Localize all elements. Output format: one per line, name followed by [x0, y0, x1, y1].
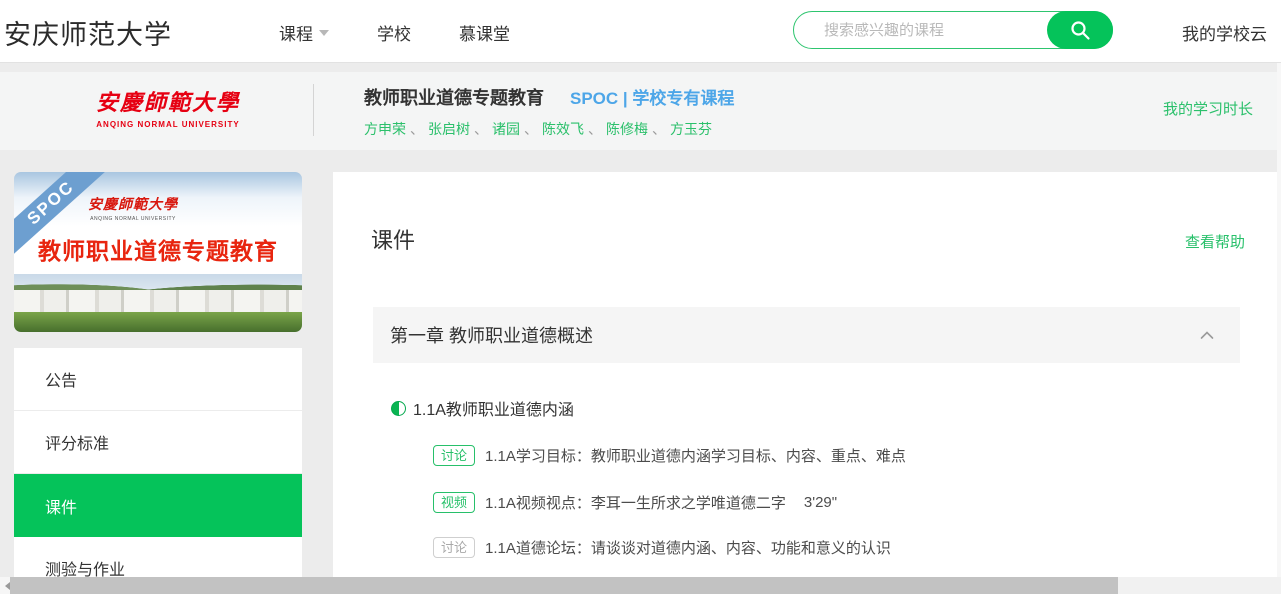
university-logo: 安慶師範大學 ANQING NORMAL UNIVERSITY: [68, 85, 268, 129]
search-box: [793, 11, 1113, 49]
top-nav-menu: 课程 学校 慕课堂: [279, 20, 510, 45]
nav-item-label: 学校: [377, 20, 411, 45]
lesson-title-row[interactable]: 1.1A教师职业道德内涵: [391, 396, 574, 420]
university-logo-cn: 安慶師範大學: [68, 85, 268, 117]
course-card[interactable]: SPOC 安慶師範大學 ANQING NORMAL UNIVERSITY 教师职…: [14, 172, 302, 332]
page-title: 课件: [371, 223, 415, 255]
university-logo-en: ANQING NORMAL UNIVERSITY: [68, 120, 268, 129]
horizontal-scrollbar: [0, 577, 1281, 594]
top-navbar: 安庆师范大学 课程 学校 慕课堂 我的学校云: [0, 0, 1281, 63]
teacher-link[interactable]: 方玉芬: [670, 121, 712, 137]
chapter-title: 第一章 教师职业道德概述: [390, 322, 593, 348]
course-type-label: SPOC | 学校专有课程: [570, 84, 734, 109]
course-info: 教师职业道德专题教育 SPOC | 学校专有课程 方申荣、张启树、诸园、陈效飞、…: [364, 84, 734, 139]
campus-photo: [14, 274, 302, 332]
teacher-link[interactable]: 陈修梅: [606, 121, 648, 137]
chapter-header[interactable]: 第一章 教师职业道德概述: [373, 307, 1240, 363]
card-logo-cn: 安慶師範大學: [88, 194, 178, 214]
lesson-item-discussion-2[interactable]: 讨论 1.1A道德论坛：请谈谈对道德内涵、内容、功能和意义的认识: [433, 537, 891, 558]
teacher-separator: 、: [652, 121, 666, 137]
nav-item-mooc-class[interactable]: 慕课堂: [459, 20, 510, 45]
lesson-item-video[interactable]: 视频 1.1A视频视点：李耳一生所求之学唯道德二字 3'29": [433, 492, 837, 513]
vertical-scrollbar-track[interactable]: [1277, 63, 1281, 577]
course-header: 安慶師範大學 ANQING NORMAL UNIVERSITY 教师职业道德专题…: [0, 72, 1281, 150]
view-help-link[interactable]: 查看帮助: [1185, 231, 1245, 252]
card-university-logo: 安慶師範大學 ANQING NORMAL UNIVERSITY: [88, 194, 178, 222]
horizontal-scrollbar-thumb[interactable]: [10, 577, 1118, 594]
video-duration: 3'29": [804, 494, 837, 511]
nav-item-courses[interactable]: 课程: [279, 20, 329, 45]
sidebar-item-courseware[interactable]: 课件: [14, 474, 302, 537]
search-icon: [1068, 18, 1092, 42]
card-course-title: 教师职业道德专题教育: [14, 232, 302, 266]
card-logo-en: ANQING NORMAL UNIVERSITY: [88, 216, 178, 222]
header-divider: [313, 84, 314, 136]
lesson-item-text: 1.1A学习目标：教师职业道德内涵学习目标、内容、重点、难点: [485, 445, 906, 466]
discussion-badge: 讨论: [433, 537, 475, 558]
teacher-list: 方申荣、张启树、诸园、陈效飞、陈修梅、方玉芬: [364, 119, 734, 139]
triangle-left-icon: [5, 582, 10, 590]
course-title: 教师职业道德专题教育: [364, 84, 544, 110]
my-school-cloud-link[interactable]: 我的学校云: [1182, 20, 1267, 45]
search-input[interactable]: [794, 12, 1044, 48]
teacher-link[interactable]: 方申荣: [364, 121, 406, 137]
sidebar-item-announcements[interactable]: 公告: [14, 348, 302, 411]
nav-item-label: 课程: [279, 20, 313, 45]
study-time-link[interactable]: 我的学习时长: [1163, 98, 1253, 119]
lesson-item-text: 1.1A视频视点：李耳一生所求之学唯道德二字: [485, 492, 786, 513]
discussion-badge: 讨论: [433, 445, 475, 466]
main-panel: 课件 查看帮助 第一章 教师职业道德概述 1.1A教师职业道德内涵 讨论 1.1…: [333, 172, 1277, 594]
lesson-item-discussion-1[interactable]: 讨论 1.1A学习目标：教师职业道德内涵学习目标、内容、重点、难点: [433, 445, 906, 466]
teacher-link[interactable]: 陈效飞: [542, 121, 584, 137]
teacher-separator: 、: [474, 121, 488, 137]
teacher-separator: 、: [588, 121, 602, 137]
lesson-title: 1.1A教师职业道德内涵: [413, 396, 574, 420]
teacher-separator: 、: [410, 121, 424, 137]
chevron-up-icon[interactable]: [1200, 330, 1214, 340]
site-brand[interactable]: 安庆师范大学: [4, 13, 172, 52]
lesson-item-text: 1.1A道德论坛：请谈谈对道德内涵、内容、功能和意义的认识: [485, 537, 891, 558]
half-filled-circle-icon: [391, 401, 406, 416]
chevron-down-icon: [319, 30, 329, 36]
nav-item-schools[interactable]: 学校: [377, 20, 411, 45]
teacher-link[interactable]: 诸园: [492, 121, 520, 137]
video-badge: 视频: [433, 492, 475, 513]
sidebar-item-grading[interactable]: 评分标准: [14, 411, 302, 474]
teacher-separator: 、: [524, 121, 538, 137]
sidebar-menu: 公告 评分标准 课件 测验与作业: [14, 348, 302, 594]
search-button[interactable]: [1047, 11, 1113, 49]
teacher-link[interactable]: 张启树: [428, 121, 470, 137]
nav-item-label: 慕课堂: [459, 20, 510, 45]
